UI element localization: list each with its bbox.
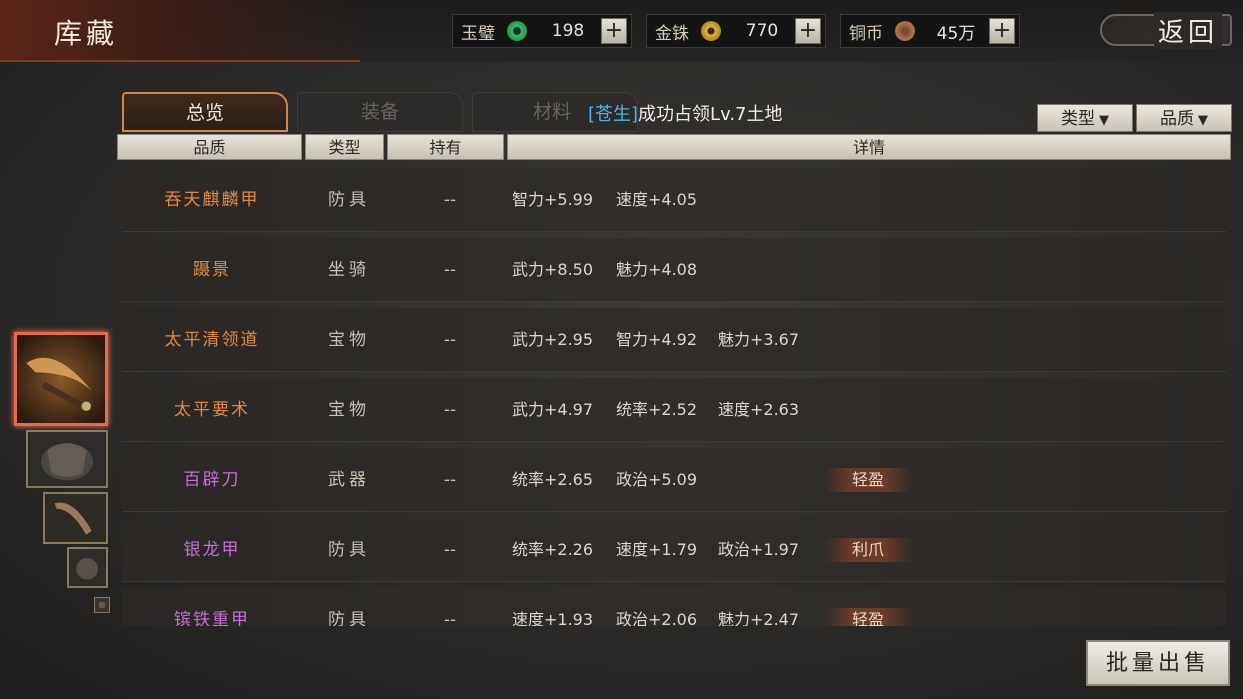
item-type: 宝物 bbox=[328, 330, 370, 350]
item-thumbnail[interactable] bbox=[94, 597, 110, 613]
column-header-quality[interactable]: 品质 bbox=[117, 134, 302, 160]
item-stat: 政治+5.09 bbox=[616, 470, 698, 489]
currency-label: 铜币 bbox=[849, 23, 883, 44]
table-row[interactable]: 太平要术 宝物 -- 武力+4.97 统率+2.52 速度+2.63 bbox=[122, 378, 1226, 442]
table-row[interactable]: 太平清领道 宝物 -- 武力+2.95 智力+4.92 魅力+3.67 bbox=[122, 308, 1226, 372]
currency-value: 45万 bbox=[936, 23, 976, 44]
back-label: 返回 bbox=[1153, 11, 1222, 49]
item-stat: 智力+5.99 bbox=[512, 190, 594, 209]
notice-text: 成功占领Lv.7土地 bbox=[638, 104, 783, 125]
currency-value: 770 bbox=[745, 21, 779, 41]
bulk-sell-button[interactable]: 批量出售 bbox=[1086, 640, 1230, 686]
notice-tag: [苍生] bbox=[588, 104, 639, 125]
item-stat: 武力+4.97 bbox=[512, 400, 594, 419]
item-type: 坐骑 bbox=[328, 260, 370, 280]
table-row[interactable]: 蹑景 坐骑 -- 武力+8.50 魅力+4.08 bbox=[122, 238, 1226, 302]
item-stat: 速度+1.93 bbox=[512, 610, 594, 626]
item-thumbnail[interactable] bbox=[26, 430, 108, 488]
item-held: -- bbox=[443, 330, 457, 350]
item-held: -- bbox=[443, 190, 457, 210]
trait-badge: 轻盈 bbox=[824, 468, 912, 492]
column-header-type[interactable]: 类型 bbox=[305, 134, 384, 160]
small-item-icon bbox=[95, 598, 109, 612]
copper-coin-icon bbox=[895, 21, 915, 41]
tab-overview[interactable]: 总览 bbox=[122, 92, 288, 132]
item-name: 镔铁重甲 bbox=[174, 610, 250, 626]
trait-badge: 利爪 bbox=[824, 538, 912, 562]
back-button[interactable]: 返回 bbox=[1100, 8, 1232, 52]
column-header-details: 详情 bbox=[507, 134, 1231, 160]
selected-item-thumbnail[interactable] bbox=[14, 332, 108, 426]
item-held: -- bbox=[443, 470, 457, 490]
quality-filter-button[interactable]: 品质 ▼ bbox=[1136, 104, 1232, 132]
helmet-icon bbox=[69, 549, 106, 586]
item-type: 防具 bbox=[328, 540, 370, 560]
item-list[interactable]: 吞天麒麟甲 防具 -- 智力+5.99 速度+4.05 蹑景 坐骑 -- 武力+… bbox=[118, 164, 1230, 626]
item-stat: 速度+1.79 bbox=[616, 540, 698, 559]
tab-equipment[interactable]: 装备 bbox=[297, 92, 463, 132]
table-row[interactable]: 镔铁重甲 防具 -- 速度+1.93 政治+2.06 魅力+2.47 轻盈 bbox=[122, 588, 1226, 626]
jade-coin-icon bbox=[507, 21, 527, 41]
item-type: 武器 bbox=[328, 470, 370, 490]
page-title: 库藏 bbox=[54, 17, 119, 50]
item-type: 宝物 bbox=[328, 400, 370, 420]
currency-label: 金铢 bbox=[655, 23, 689, 44]
currency-gold: 金铢 770 + bbox=[646, 14, 826, 48]
item-stat: 统率+2.52 bbox=[616, 400, 698, 419]
currency-jade: 玉璧 198 + bbox=[452, 14, 632, 48]
blade-artifact-icon bbox=[17, 335, 105, 423]
item-name: 太平清领道 bbox=[164, 330, 260, 350]
item-name: 吞天麒麟甲 bbox=[164, 190, 260, 210]
item-stat: 统率+2.65 bbox=[512, 470, 594, 489]
armor-icon bbox=[28, 432, 106, 486]
item-stat: 武力+2.95 bbox=[512, 330, 594, 349]
type-filter-button[interactable]: 类型 ▼ bbox=[1037, 104, 1133, 132]
add-jade-button[interactable]: + bbox=[601, 18, 627, 44]
trait-badge: 轻盈 bbox=[824, 608, 912, 626]
table-row[interactable]: 百辟刀 武器 -- 统率+2.65 政治+5.09 轻盈 bbox=[122, 448, 1226, 512]
weapon-icon bbox=[45, 494, 106, 542]
table-row[interactable]: 吞天麒麟甲 防具 -- 智力+5.99 速度+4.05 bbox=[122, 168, 1226, 232]
quality-filter-label: 品质 bbox=[1160, 109, 1194, 129]
type-filter-label: 类型 bbox=[1061, 109, 1095, 129]
item-name: 蹑景 bbox=[193, 260, 231, 280]
gold-coin-icon bbox=[701, 21, 721, 41]
top-bar: 库藏 玉璧 198 + 金铢 770 + 铜币 45万 + 返回 bbox=[0, 0, 1243, 62]
system-notice: [苍生]成功占领Lv.7土地 bbox=[588, 100, 783, 126]
column-header-held[interactable]: 持有 bbox=[387, 134, 504, 160]
item-name: 百辟刀 bbox=[183, 470, 241, 490]
currency-value: 198 bbox=[551, 21, 585, 41]
item-stat: 智力+4.92 bbox=[616, 330, 698, 349]
item-name: 银龙甲 bbox=[183, 540, 241, 560]
item-name: 太平要术 bbox=[174, 400, 250, 420]
item-thumbnail[interactable] bbox=[43, 492, 108, 544]
dropdown-arrow-icon: ▼ bbox=[1099, 113, 1109, 128]
item-stat: 政治+1.97 bbox=[718, 540, 800, 559]
item-held: -- bbox=[443, 610, 457, 626]
item-held: -- bbox=[443, 540, 457, 560]
item-stat: 速度+4.05 bbox=[616, 190, 698, 209]
item-stat: 魅力+3.67 bbox=[718, 330, 800, 349]
item-stat: 统率+2.26 bbox=[512, 540, 594, 559]
currency-copper: 铜币 45万 + bbox=[840, 14, 1020, 48]
item-type: 防具 bbox=[328, 190, 370, 210]
table-row[interactable]: 银龙甲 防具 -- 统率+2.26 速度+1.79 政治+1.97 利爪 bbox=[122, 518, 1226, 582]
item-thumbnail[interactable] bbox=[67, 547, 108, 588]
add-copper-button[interactable]: + bbox=[989, 18, 1015, 44]
item-stat: 速度+2.63 bbox=[718, 400, 800, 419]
currency-label: 玉璧 bbox=[461, 23, 495, 44]
dropdown-arrow-icon: ▼ bbox=[1198, 113, 1208, 128]
item-stat: 魅力+4.08 bbox=[616, 260, 698, 279]
add-gold-button[interactable]: + bbox=[795, 18, 821, 44]
item-type: 防具 bbox=[328, 610, 370, 626]
item-held: -- bbox=[443, 400, 457, 420]
item-stat: 武力+8.50 bbox=[512, 260, 594, 279]
item-held: -- bbox=[443, 260, 457, 280]
item-stat: 魅力+2.47 bbox=[718, 610, 800, 626]
item-stat: 政治+2.06 bbox=[616, 610, 698, 626]
